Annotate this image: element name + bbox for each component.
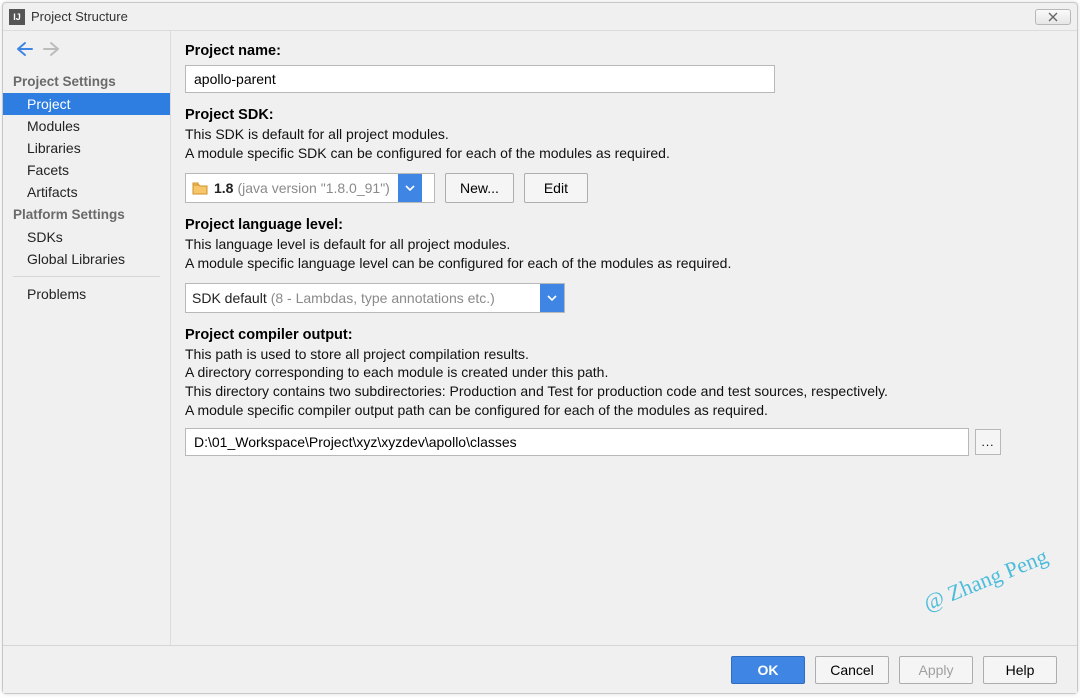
close-icon [1047, 12, 1059, 22]
sdk-dropdown-arrow[interactable] [398, 174, 422, 202]
back-button[interactable] [15, 41, 33, 60]
chevron-down-icon [547, 295, 557, 301]
lang-level-desc-2: A module specific language level can be … [185, 254, 1053, 273]
lang-level-value: SDK default [192, 290, 267, 306]
sdk-version: (java version "1.8.0_91") [237, 180, 389, 196]
sidebar-item-problems[interactable]: Problems [3, 283, 170, 305]
sidebar-item-artifacts[interactable]: Artifacts [3, 181, 170, 203]
dialog-body: Project Settings Project Modules Librari… [3, 31, 1077, 645]
sidebar-item-modules[interactable]: Modules [3, 115, 170, 137]
help-button[interactable]: Help [983, 656, 1057, 684]
arrow-right-icon [43, 41, 61, 57]
project-sdk-desc-1: This SDK is default for all project modu… [185, 125, 1053, 144]
lang-level-detail: (8 - Lambdas, type annotations etc.) [271, 290, 495, 306]
project-sdk-combo[interactable]: 1.8 (java version "1.8.0_91") [185, 173, 435, 203]
project-sdk-desc-2: A module specific SDK can be configured … [185, 144, 1053, 163]
arrow-left-icon [15, 41, 33, 57]
compiler-output-label: Project compiler output: [185, 327, 1053, 343]
sidebar-item-facets[interactable]: Facets [3, 159, 170, 181]
ok-button[interactable]: OK [731, 656, 805, 684]
nav-arrows [3, 35, 170, 70]
titlebar: IJ Project Structure [3, 3, 1077, 31]
chevron-down-icon [405, 185, 415, 191]
lang-level-desc-1: This language level is default for all p… [185, 235, 1053, 254]
lang-level-dropdown-arrow[interactable] [540, 284, 564, 312]
sdk-new-button[interactable]: New... [445, 173, 514, 203]
sidebar-section-platform-settings: Platform Settings [3, 203, 170, 226]
compiler-output-desc-4: A module specific compiler output path c… [185, 401, 1053, 420]
lang-level-label: Project language level: [185, 217, 1053, 233]
compiler-output-desc-2: A directory corresponding to each module… [185, 363, 1053, 382]
sidebar-separator [13, 276, 160, 277]
project-sdk-label: Project SDK: [185, 107, 1053, 123]
sdk-name: 1.8 [214, 180, 233, 196]
content-panel: Project name: Project SDK: This SDK is d… [171, 31, 1077, 645]
compiler-output-desc-1: This path is used to store all project c… [185, 345, 1053, 364]
window-close-button[interactable] [1035, 9, 1071, 25]
apply-button[interactable]: Apply [899, 656, 973, 684]
browse-button[interactable]: ... [975, 429, 1001, 455]
project-name-label: Project name: [185, 43, 1053, 59]
dialog-footer: OK Cancel Apply Help [3, 645, 1077, 693]
compiler-output-input[interactable] [185, 428, 969, 456]
sidebar-section-project-settings: Project Settings [3, 70, 170, 93]
folder-icon [192, 181, 208, 195]
app-icon: IJ [9, 9, 25, 25]
cancel-button[interactable]: Cancel [815, 656, 889, 684]
dialog-window: IJ Project Structure Project Settings Pr… [2, 2, 1078, 694]
sidebar-item-project[interactable]: Project [3, 93, 170, 115]
sdk-edit-button[interactable]: Edit [524, 173, 588, 203]
sidebar-item-sdks[interactable]: SDKs [3, 226, 170, 248]
forward-button[interactable] [43, 41, 61, 60]
window-title: Project Structure [31, 9, 1035, 24]
sidebar-item-libraries[interactable]: Libraries [3, 137, 170, 159]
compiler-output-desc-3: This directory contains two subdirectori… [185, 382, 1053, 401]
sidebar: Project Settings Project Modules Librari… [3, 31, 171, 645]
project-name-input[interactable] [185, 65, 775, 93]
lang-level-combo[interactable]: SDK default (8 - Lambdas, type annotatio… [185, 283, 565, 313]
sidebar-item-global-libraries[interactable]: Global Libraries [3, 248, 170, 270]
